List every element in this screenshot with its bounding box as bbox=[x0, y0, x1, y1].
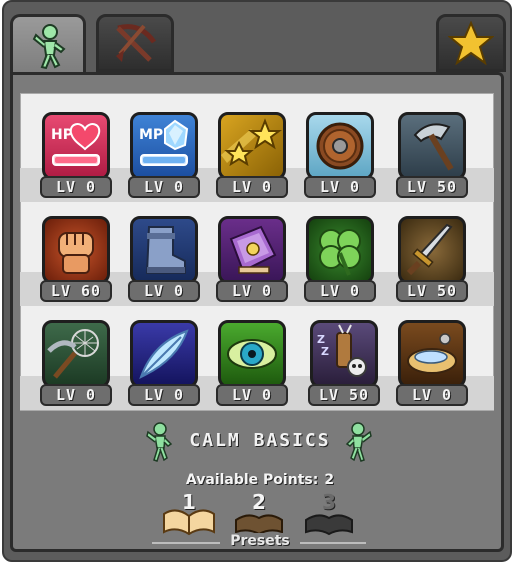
hatchet-icon bbox=[398, 112, 466, 180]
clover-icon bbox=[306, 216, 374, 284]
net-and-pickaxe-icon bbox=[42, 320, 110, 388]
skill-level-label: LV 0 bbox=[128, 280, 200, 302]
skill-level-label: LV 50 bbox=[308, 384, 380, 406]
skill-level-label: LV 0 bbox=[128, 384, 200, 406]
skill-level-label: LV 0 bbox=[396, 384, 468, 406]
skill-cooking[interactable]: LV 0 bbox=[392, 312, 472, 410]
skill-mp[interactable]: MP LV 0 bbox=[124, 104, 204, 202]
skill-level-label: LV 0 bbox=[40, 384, 112, 406]
skill-strength[interactable]: LV 60 bbox=[36, 208, 116, 306]
skill-level-label: LV 50 bbox=[396, 176, 468, 198]
skill-luck-stars[interactable]: LV 0 bbox=[212, 104, 292, 202]
feather-icon bbox=[130, 320, 198, 388]
spellbook-icon bbox=[218, 216, 286, 284]
sleep-quiver-skull-icon: Z Z bbox=[310, 320, 378, 388]
preset-slot-2[interactable]: 2 bbox=[230, 490, 288, 538]
skill-level-label: LV 0 bbox=[216, 280, 288, 302]
tab-favorites[interactable] bbox=[436, 14, 506, 72]
preset-number: 2 bbox=[252, 490, 266, 514]
available-points: Available Points: 2 bbox=[160, 472, 360, 488]
svg-text:Z: Z bbox=[321, 345, 329, 358]
skill-level-label: LV 0 bbox=[128, 176, 200, 198]
skill-agility[interactable]: LV 0 bbox=[124, 208, 204, 306]
skill-luck[interactable]: LV 0 bbox=[300, 208, 380, 306]
skill-level-label: LV 0 bbox=[216, 176, 288, 198]
skill-magic[interactable]: LV 0 bbox=[212, 208, 292, 306]
available-points-value: 2 bbox=[324, 472, 335, 488]
presets-label: Presets bbox=[220, 533, 300, 549]
runner-figure-icon bbox=[32, 23, 66, 69]
crossbow-icon bbox=[116, 24, 157, 62]
preset-number: 3 bbox=[322, 490, 336, 514]
shooting-stars-icon bbox=[218, 112, 286, 180]
skill-perception[interactable]: LV 0 bbox=[212, 312, 292, 410]
skill-level-label: LV 0 bbox=[40, 176, 112, 198]
runner-figure-icon bbox=[146, 422, 173, 462]
hp-heart-icon: HP bbox=[42, 112, 110, 180]
skill-gathering[interactable]: LV 0 bbox=[36, 312, 116, 410]
skill-level-label: LV 60 bbox=[40, 280, 112, 302]
skill-swordsmanship[interactable]: LV 50 bbox=[392, 208, 472, 306]
skill-woodcutting[interactable]: LV 50 bbox=[392, 104, 472, 202]
available-points-label: Available Points: bbox=[185, 472, 319, 488]
svg-text:MP: MP bbox=[139, 127, 163, 143]
sword-icon bbox=[398, 216, 466, 284]
tab-stats[interactable] bbox=[10, 14, 86, 76]
tab-equipment[interactable] bbox=[96, 14, 174, 72]
preset-title-bar: CALM BASICS bbox=[144, 420, 376, 466]
skill-archery[interactable]: Z Z LV 50 bbox=[304, 312, 384, 410]
skill-defense[interactable]: LV 0 bbox=[300, 104, 380, 202]
dragon-eye-icon bbox=[218, 320, 286, 388]
skill-dexterity[interactable]: LV 0 bbox=[124, 312, 204, 410]
preset-slot-3[interactable]: 3 bbox=[300, 490, 358, 538]
skill-level-label: LV 0 bbox=[304, 176, 376, 198]
skill-level-label: LV 0 bbox=[304, 280, 376, 302]
preset-number: 1 bbox=[182, 490, 196, 514]
skill-hp[interactable]: HP LV 0 bbox=[36, 104, 116, 202]
round-shield-icon bbox=[306, 112, 374, 180]
preset-name: CALM BASICS bbox=[189, 430, 331, 451]
preset-slot-1[interactable]: 1 bbox=[160, 490, 218, 538]
star-icon bbox=[448, 21, 494, 65]
skill-level-label: LV 50 bbox=[396, 280, 468, 302]
svg-text:HP: HP bbox=[51, 127, 73, 143]
runner-figure-icon bbox=[345, 422, 372, 462]
mp-crystal-icon: MP bbox=[130, 112, 198, 180]
fist-icon bbox=[42, 216, 110, 284]
boot-icon bbox=[130, 216, 198, 284]
bread-platter-icon bbox=[398, 320, 466, 388]
skill-level-label: LV 0 bbox=[216, 384, 288, 406]
